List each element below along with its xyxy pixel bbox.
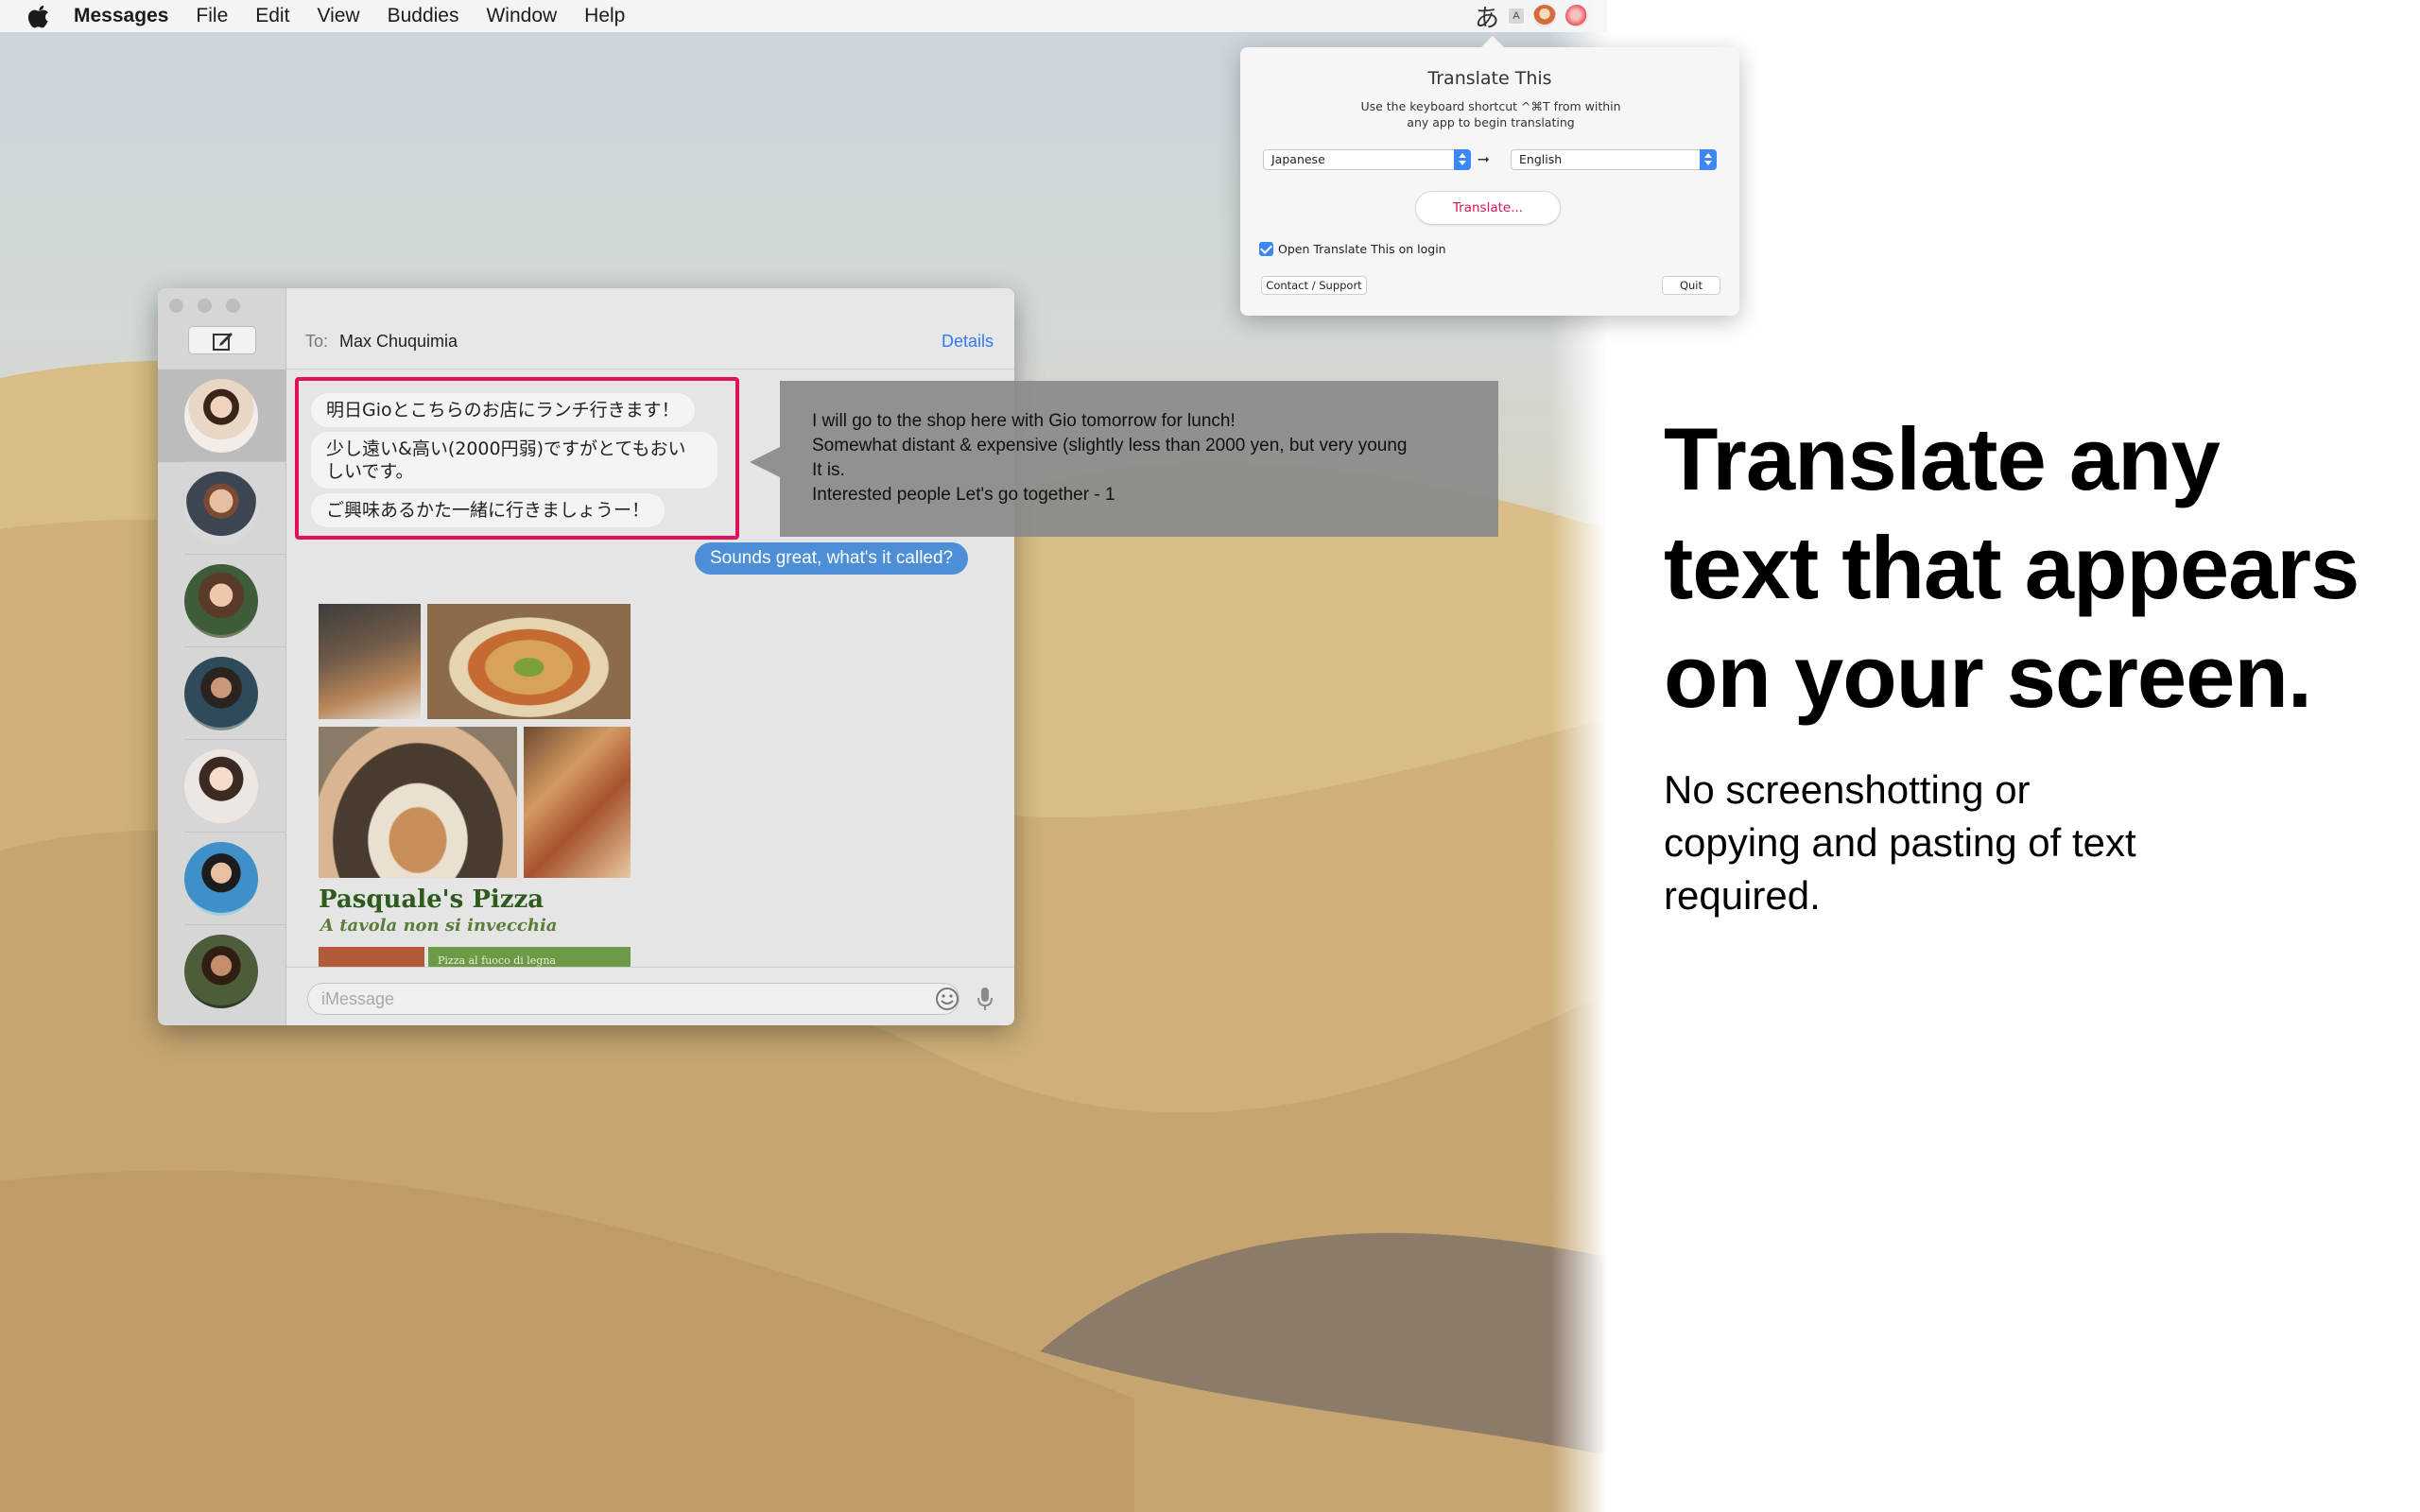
pizza-slice-photo (524, 727, 631, 878)
subline-line: required. (1664, 873, 1821, 918)
conversation-item[interactable] (158, 740, 286, 833)
menu-bar: Messages File Edit View Buddies Window H… (0, 0, 1607, 32)
avatar (184, 935, 258, 1008)
translation-line: Interested people Let's go together - 1 (812, 485, 1115, 505)
translation-line: It is. (812, 460, 845, 480)
login-checkbox-label: Open Translate This on login (1278, 242, 1446, 256)
translate-this-popover: Translate This Use the keyboard shortcut… (1240, 36, 1739, 316)
marketing-headline: Translate any text that appears on your … (1664, 404, 2401, 730)
recipient-name: Max Chuquimia (339, 332, 458, 351)
woman-eating-photo (319, 727, 517, 878)
microphone-icon[interactable] (977, 987, 994, 1011)
target-stepper-icon (1700, 149, 1717, 170)
close-window-button[interactable] (169, 299, 183, 313)
translate-button[interactable]: Translate... (1415, 191, 1561, 225)
language-arrow-icon: ⭢ (1478, 149, 1490, 167)
source-stepper-icon (1454, 149, 1471, 170)
conversation-item[interactable] (158, 833, 286, 925)
pizza-title: Pasquale's Pizza (319, 885, 544, 914)
target-language-select[interactable]: English (1511, 149, 1717, 170)
to-label: To: (305, 332, 329, 351)
app-status-icon[interactable] (1565, 5, 1589, 27)
avatar (184, 472, 258, 545)
avatar (184, 749, 258, 823)
conversation-item[interactable] (158, 925, 286, 1018)
quit-button[interactable]: Quit (1662, 276, 1720, 295)
message-text: しいです。 (326, 461, 414, 482)
conversation-item[interactable] (158, 647, 286, 740)
conversation-header: To: Max Chuquimia Details (286, 288, 1014, 369)
headline-line: on your screen. (1664, 627, 2312, 726)
translate-this-status-icon[interactable]: あ (1475, 0, 1499, 34)
menu-app-name[interactable]: Messages (74, 5, 168, 27)
translation-line: Somewhat distant & expensive (slightly l… (812, 436, 1408, 455)
contact-support-button[interactable]: Contact / Support (1261, 276, 1367, 295)
translation-result-panel: I will go to the shop here with Gio tomo… (750, 381, 1498, 537)
details-link[interactable]: Details (942, 332, 994, 352)
avatar (184, 564, 258, 638)
apple-icon[interactable] (28, 4, 51, 28)
subline-line: copying and pasting of text (1664, 820, 2136, 865)
status-area: あ A (1475, 0, 1589, 34)
minimize-window-button[interactable] (198, 299, 212, 313)
menu-edit[interactable]: Edit (255, 5, 289, 27)
menu-view[interactable]: View (317, 5, 359, 27)
conversation-sidebar (158, 288, 286, 1025)
message-text: 少し遠い&高い(2000円弱)ですがとてもおい (326, 438, 686, 459)
conversation-item[interactable] (158, 555, 286, 647)
avatar (184, 379, 258, 453)
popover-arrow (1480, 36, 1505, 48)
emoji-icon[interactable] (935, 987, 959, 1011)
subline-line: No screenshotting or (1664, 767, 2031, 812)
menu-buddies[interactable]: Buddies (388, 5, 459, 27)
headline-line: text that appears (1664, 518, 2360, 617)
zoom-window-button[interactable] (226, 299, 240, 313)
menu-window[interactable]: Window (486, 5, 557, 27)
source-language-value: Japanese (1271, 152, 1325, 166)
imessage-input[interactable]: iMessage (307, 983, 959, 1015)
avatar (184, 842, 258, 916)
message-input-bar: iMessage (286, 967, 1014, 1025)
conversation-item[interactable] (158, 462, 286, 555)
chef-photo (319, 604, 421, 719)
conversation-item[interactable] (158, 369, 286, 462)
menu-help[interactable]: Help (584, 5, 625, 27)
incoming-message-bubble: ご興味あるかた一緒に行きましょうー！ (311, 493, 666, 527)
avatar (184, 657, 258, 730)
sent-message-bubble: Sounds great, what's it called? (695, 542, 969, 575)
translation-line: I will go to the shop here with Gio tomo… (812, 411, 1236, 431)
translation-pointer (750, 447, 780, 477)
incoming-message-bubble: 明日Gioとこちらのお店にランチ行きます！ (311, 393, 695, 427)
compose-button[interactable] (188, 326, 256, 354)
input-source-icon[interactable]: A (1509, 9, 1525, 24)
source-language-select[interactable]: Japanese (1263, 149, 1471, 170)
popover-description: Use the keyboard shortcut ^⌘T from withi… (1360, 99, 1621, 129)
menu-file[interactable]: File (196, 5, 228, 27)
user-status-icon[interactable] (1533, 5, 1557, 27)
target-language-value: English (1519, 152, 1563, 166)
incoming-message-bubble: 少し遠い&高い(2000円弱)ですがとてもおい しいです。 (311, 432, 717, 489)
pizza-tagline: A tavola non si invecchia (320, 916, 558, 936)
compose-icon (213, 333, 233, 351)
login-checkbox[interactable] (1259, 242, 1273, 256)
pizza-photo (427, 604, 631, 719)
message-text: ご興味あるかた一緒に行きましょうー！ (326, 500, 650, 521)
popover-title: Translate This (1427, 68, 1552, 89)
headline-line: Translate any (1664, 409, 2221, 508)
message-text: 明日Gioとこちらのお店にランチ行きます！ (326, 400, 680, 421)
marketing-subline: No screenshotting or copying and pasting… (1664, 764, 2250, 922)
